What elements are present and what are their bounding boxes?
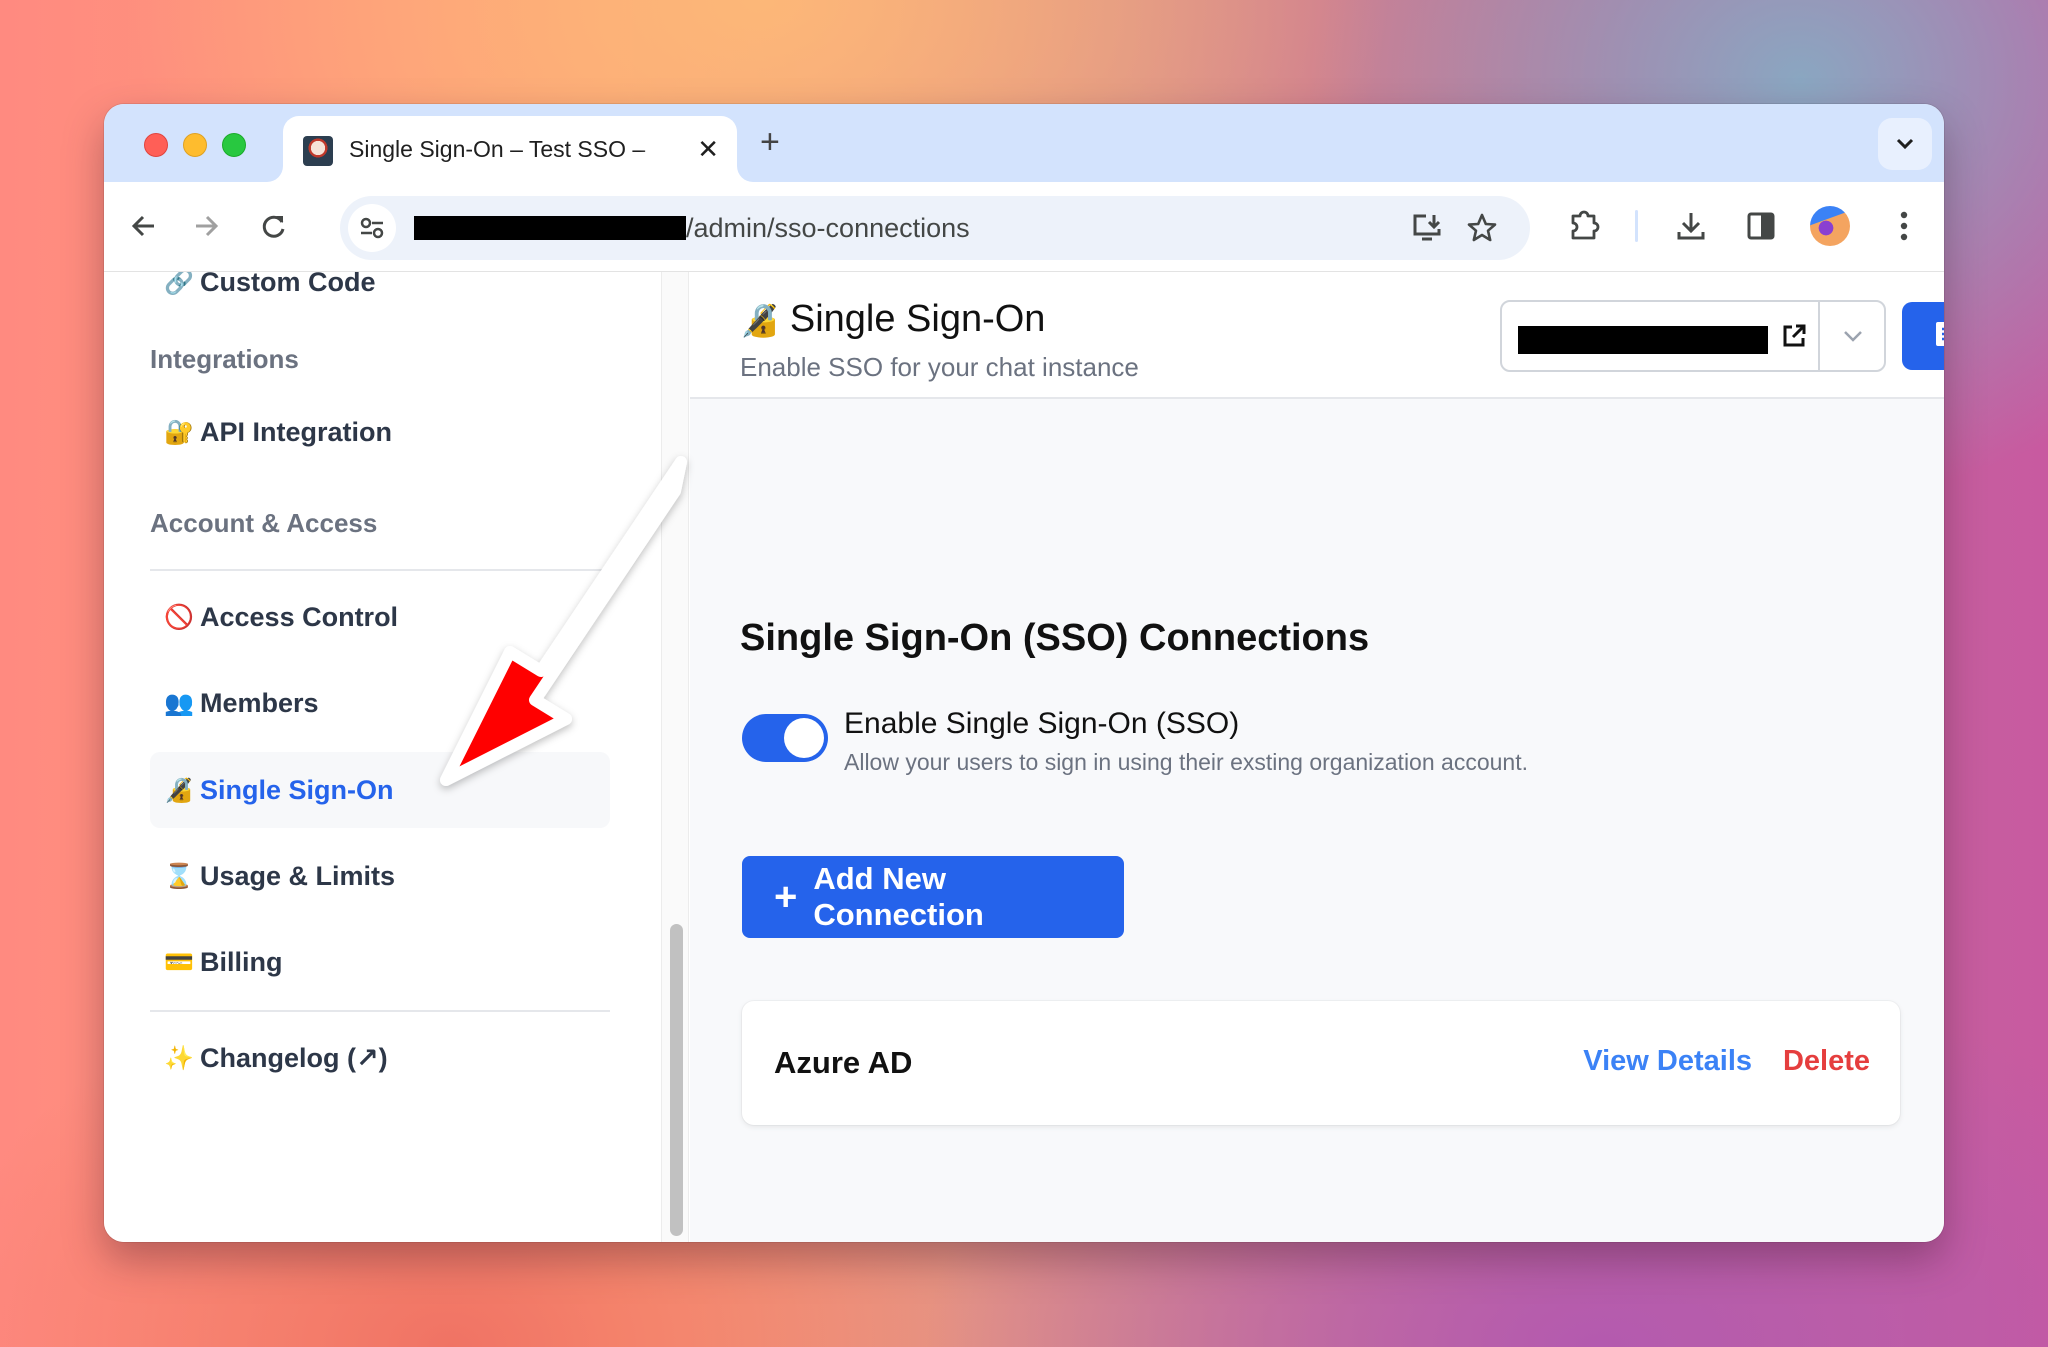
install-app-icon [1413, 214, 1441, 241]
sidebar-item-members[interactable]: 👥 Members [150, 665, 610, 741]
extensions-button[interactable] [1564, 206, 1604, 246]
sso-toggle[interactable] [742, 714, 828, 762]
downloads-icon [1677, 213, 1705, 240]
site-settings-icon [360, 217, 384, 239]
instance-dropdown-toggle[interactable] [1822, 302, 1884, 370]
side-panel-icon [1747, 212, 1775, 240]
more-menu-button[interactable] [1884, 206, 1924, 246]
credit-card-icon: 💳 [164, 948, 194, 976]
external-link-icon [1783, 324, 1806, 347]
add-new-connection-button[interactable]: + Add New Connection [742, 856, 1124, 938]
chat-button[interactable] [1902, 302, 1944, 370]
lock-pen-icon: 🔏 [740, 300, 780, 339]
sidebar-item-api-integration[interactable]: 🔐 API Integration [150, 394, 610, 470]
url-path: /admin/sso-connections [686, 213, 970, 243]
chevron-down-icon [1844, 331, 1862, 342]
close-tab-icon[interactable]: ✕ [697, 132, 719, 166]
sidebar-item-billing[interactable]: 💳 Billing [150, 924, 610, 1000]
sidebar-item-label: Single Sign-On [200, 774, 394, 805]
page-title: 🔏 Single Sign-On [740, 298, 1045, 341]
connection-name: Azure AD [774, 1045, 913, 1080]
forward-icon [196, 215, 219, 237]
sidebar-item-label: Access Control [200, 601, 399, 632]
sidebar-divider [150, 1010, 610, 1012]
sidebar: 🔗 Custom Code Integrations 🔐 API Integra… [104, 272, 661, 1242]
close-window-button[interactable] [144, 133, 168, 157]
page-header: 🔏 Single Sign-On Enable SSO for your cha… [690, 272, 1944, 399]
page-subtitle: Enable SSO for your chat instance [740, 352, 1139, 382]
lock-key-icon: 🔐 [164, 418, 194, 446]
sidebar-scrollbar-thumb[interactable] [670, 924, 683, 1236]
downloads-button[interactable] [1671, 206, 1711, 246]
tab-strip: Single Sign-On – Test SSO – ✕ + [104, 104, 1944, 182]
instance-selector[interactable] [1500, 300, 1886, 372]
tab-title: Single Sign-On – Test SSO – [349, 136, 646, 162]
sidebar-item-label: Changelog (↗) [200, 1042, 388, 1073]
browser-window: Single Sign-On – Test SSO – ✕ + /admin/s… [104, 104, 1944, 1242]
sidebar-item-custom-code[interactable]: 🔗 Custom Code [150, 272, 610, 320]
sidebar-scrollbar[interactable] [661, 272, 689, 1242]
install-app-button[interactable] [1410, 210, 1446, 246]
reload-icon [262, 215, 285, 238]
chevron-down-icon [1896, 138, 1914, 150]
address-bar[interactable]: /admin/sso-connections [340, 196, 1530, 260]
sidebar-item-label: Usage & Limits [200, 860, 396, 891]
add-button-label: Add New Connection [813, 861, 984, 932]
prohibited-icon: 🚫 [164, 603, 194, 631]
app-logo-icon [303, 136, 333, 166]
section-title: Single Sign-On (SSO) Connections [740, 617, 1370, 659]
browser-tab[interactable]: Single Sign-On – Test SSO – ✕ [283, 116, 737, 182]
back-icon [131, 215, 154, 237]
open-instance-button[interactable] [1778, 320, 1810, 352]
sidebar-item-changelog[interactable]: ✨ Changelog (↗) [150, 1020, 610, 1096]
select-divider [1818, 302, 1820, 370]
page-title-text: Single Sign-On [789, 298, 1046, 340]
browser-toolbar: /admin/sso-connections [104, 182, 1944, 272]
sso-toggle-label: Enable Single Sign-On (SSO) [844, 707, 1240, 740]
extensions-icon [1571, 210, 1600, 240]
redacted-domain [414, 216, 686, 240]
sidebar-item-label: Custom Code [200, 272, 376, 297]
minimize-window-button[interactable] [183, 133, 207, 157]
main-content: 🔏 Single Sign-On Enable SSO for your cha… [690, 272, 1944, 1242]
redacted-instance-name [1518, 326, 1768, 354]
sidebar-heading-integrations: Integrations [150, 344, 299, 374]
sidebar-divider [150, 569, 610, 571]
sidebar-item-usage-limits[interactable]: ⌛ Usage & Limits [150, 838, 610, 914]
back-button[interactable] [126, 208, 162, 244]
forward-button[interactable] [188, 208, 224, 244]
sso-toggle-description: Allow your users to sign in using their … [844, 749, 1528, 775]
site-settings-button[interactable] [348, 204, 396, 252]
profile-avatar[interactable] [1810, 206, 1850, 246]
tab-search-button[interactable] [1878, 118, 1932, 170]
sidebar-item-label: Members [200, 687, 319, 718]
chat-icon [1936, 322, 1944, 346]
reload-button[interactable] [256, 208, 292, 244]
toggle-knob [784, 718, 824, 758]
zoom-window-button[interactable] [222, 133, 246, 157]
bookmark-star-icon [1467, 213, 1497, 242]
new-tab-button[interactable]: + [760, 122, 780, 162]
sidebar-item-single-sign-on[interactable]: 🔏 Single Sign-On [150, 752, 610, 828]
connection-card: Azure AD View Details Delete [742, 1001, 1900, 1125]
plus-icon: + [774, 875, 798, 919]
side-panel-button[interactable] [1741, 206, 1781, 246]
view-details-link[interactable]: View Details [1583, 1045, 1752, 1078]
link-icon: 🔗 [164, 272, 194, 296]
more-menu-icon [1900, 211, 1908, 241]
lock-pen-icon: 🔏 [164, 776, 194, 804]
sidebar-item-label: API Integration [200, 416, 393, 447]
delete-connection-link[interactable]: Delete [1783, 1045, 1870, 1078]
bookmark-button[interactable] [1464, 210, 1500, 246]
sidebar-item-access-control[interactable]: 🚫 Access Control [150, 579, 610, 655]
hourglass-icon: ⌛ [164, 862, 194, 890]
sidebar-heading-account-access: Account & Access [150, 508, 378, 538]
sidebar-item-label: Billing [200, 946, 283, 977]
users-icon: 👥 [164, 689, 194, 717]
toolbar-divider [1635, 210, 1638, 242]
sparkles-icon: ✨ [164, 1044, 194, 1072]
